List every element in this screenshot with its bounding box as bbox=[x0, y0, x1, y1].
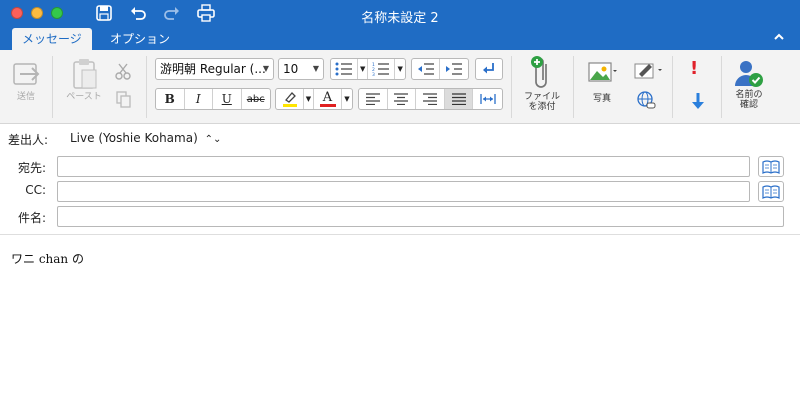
send-button[interactable]: 送信 bbox=[8, 58, 44, 102]
signature-icon[interactable] bbox=[634, 60, 664, 83]
check-names-label-2: 確認 bbox=[739, 100, 758, 110]
align-left-icon[interactable] bbox=[359, 89, 388, 109]
subject-field[interactable] bbox=[57, 206, 784, 227]
tab-message[interactable]: メッセージ bbox=[12, 28, 92, 50]
justify-icon[interactable] bbox=[444, 89, 474, 109]
check-names-button[interactable]: 名前の 確認 bbox=[728, 58, 770, 110]
svg-text:3: 3 bbox=[372, 72, 375, 76]
send-icon bbox=[13, 63, 40, 85]
from-account-select[interactable]: Live (Yoshie Kohama) ⌃⌄ bbox=[70, 131, 221, 145]
numbering-icon[interactable]: 123 bbox=[368, 59, 396, 79]
cc-label: CC: bbox=[25, 183, 46, 197]
indent-group bbox=[411, 58, 469, 80]
decrease-indent-icon[interactable] bbox=[412, 59, 441, 79]
copy-icon[interactable] bbox=[114, 90, 132, 111]
italic-button[interactable]: I bbox=[185, 89, 213, 109]
check-names-label-1: 名前の bbox=[735, 90, 763, 100]
subject-label: 件名: bbox=[17, 211, 46, 225]
font-size-select[interactable]: 10 ▼ bbox=[278, 58, 324, 80]
message-body[interactable]: ワニ chan の bbox=[11, 250, 84, 267]
from-account-value: Live (Yoshie Kohama) bbox=[70, 131, 198, 145]
from-label: 差出人: bbox=[8, 133, 49, 147]
list-group: ▼ 123 ▼ bbox=[330, 58, 406, 80]
paperclip-icon bbox=[531, 56, 547, 88]
check-names-icon bbox=[735, 61, 763, 87]
title-bar: 名称未設定 2 メッセージ オプション bbox=[0, 0, 800, 50]
bold-button[interactable]: B bbox=[156, 89, 185, 109]
bullets-icon[interactable] bbox=[331, 59, 359, 79]
font-size-value: 10 bbox=[283, 62, 299, 76]
bullets-menu-icon[interactable]: ▼ bbox=[358, 59, 369, 79]
chevron-down-icon: ▼ bbox=[312, 64, 319, 73]
collapse-ribbon-icon[interactable] bbox=[772, 30, 786, 44]
picture-button[interactable]: 写真 bbox=[582, 60, 622, 104]
chevron-down-icon: ▼ bbox=[262, 64, 269, 73]
tab-options[interactable]: オプション bbox=[100, 28, 180, 50]
font-color-swatch bbox=[319, 103, 336, 107]
address-book-icon bbox=[762, 159, 780, 174]
attach-file-label-1: ファイル bbox=[523, 92, 560, 102]
attach-file-button[interactable]: ファイル を添付 bbox=[518, 54, 566, 112]
picture-icon bbox=[588, 62, 617, 82]
highlight-icon[interactable] bbox=[276, 89, 304, 109]
to-label: 宛先: bbox=[17, 161, 46, 175]
align-right-icon[interactable] bbox=[416, 89, 445, 109]
font-name-value: 游明朝 Regular (... bbox=[160, 62, 266, 76]
distributed-icon[interactable] bbox=[473, 89, 502, 109]
ribbon: 送信 ペースト 游明朝 Regular (... ▼ 10 ▼ ▼ 123 ▼ bbox=[0, 50, 800, 124]
underline-button[interactable]: U bbox=[213, 89, 242, 109]
divider bbox=[0, 234, 800, 235]
font-color-menu-icon[interactable]: ▼ bbox=[342, 89, 352, 109]
strikethrough-button[interactable]: abc bbox=[242, 89, 270, 109]
address-book-icon bbox=[762, 184, 780, 199]
font-color-letter: A bbox=[322, 89, 333, 105]
updown-chevron-icon: ⌃⌄ bbox=[204, 134, 222, 145]
font-name-select[interactable]: 游明朝 Regular (... ▼ bbox=[155, 58, 274, 80]
ltr-paragraph-icon[interactable] bbox=[476, 59, 502, 79]
to-address-book-button[interactable] bbox=[758, 156, 784, 177]
increase-indent-icon[interactable] bbox=[440, 59, 468, 79]
font-color-button[interactable]: A bbox=[314, 89, 342, 109]
align-center-icon[interactable] bbox=[388, 89, 417, 109]
cc-address-book-button[interactable] bbox=[758, 181, 784, 202]
highlight-menu-icon[interactable]: ▼ bbox=[304, 89, 314, 109]
attach-file-label-2: を添付 bbox=[528, 102, 556, 112]
alignment-group bbox=[358, 88, 503, 110]
low-importance-icon[interactable] bbox=[690, 92, 706, 113]
text-style-group: B I U abc bbox=[155, 88, 271, 110]
scissors-icon[interactable] bbox=[114, 62, 132, 83]
to-field[interactable] bbox=[57, 156, 750, 177]
window-title: 名称未設定 2 bbox=[361, 11, 439, 26]
link-icon[interactable] bbox=[636, 90, 656, 113]
paste-label: ペースト bbox=[66, 92, 102, 102]
clipboard-icon bbox=[73, 59, 97, 89]
high-importance-icon[interactable]: ! bbox=[690, 58, 698, 79]
paragraph-group bbox=[475, 58, 503, 80]
color-group: ▼ A ▼ bbox=[275, 88, 353, 110]
picture-label: 写真 bbox=[592, 94, 611, 104]
numbering-menu-icon[interactable]: ▼ bbox=[395, 59, 405, 79]
send-label: 送信 bbox=[16, 92, 35, 102]
paste-button[interactable]: ペースト bbox=[62, 56, 106, 102]
cc-field[interactable] bbox=[57, 181, 750, 202]
